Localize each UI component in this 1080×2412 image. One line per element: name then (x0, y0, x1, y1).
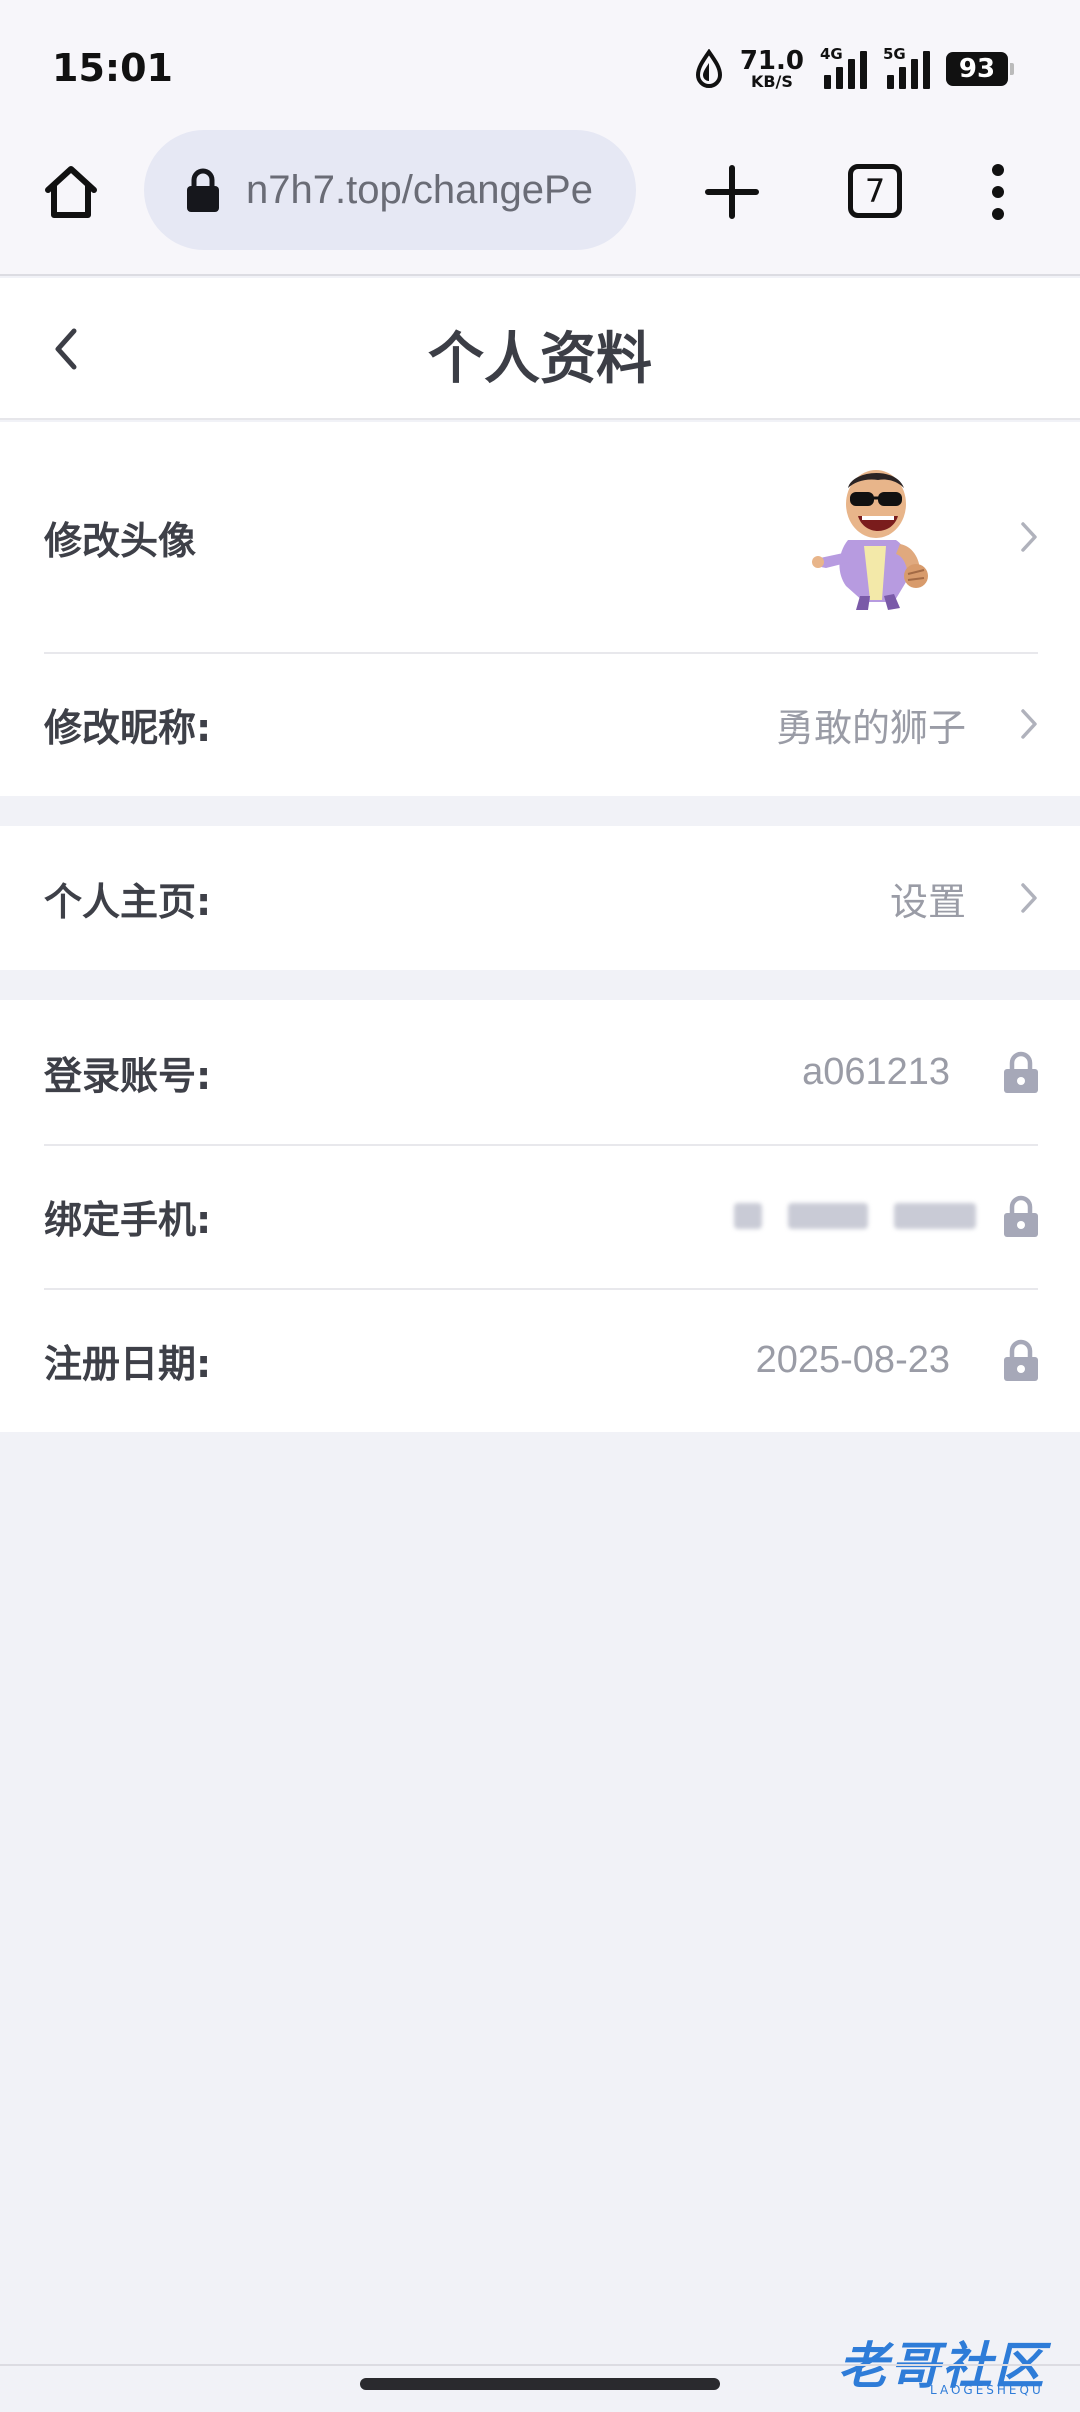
avatar-right (808, 462, 1040, 612)
homepage-group: 个人主页: 设置 (0, 826, 1080, 970)
home-icon (45, 166, 97, 218)
signal-4g-icon: 4G (820, 45, 867, 89)
bound-phone-row: 绑定手机: (0, 1144, 1080, 1288)
menu-dot-icon (992, 186, 1004, 198)
personal-homepage-row[interactable]: 个人主页: 设置 (0, 826, 1080, 970)
register-date-value: 2025-08-23 (755, 1338, 950, 1381)
tab-switcher-button[interactable]: 7 (848, 164, 902, 218)
chevron-right-icon (1021, 709, 1037, 739)
change-avatar-label: 修改头像 (44, 518, 197, 563)
browser-toolbar: n7h7.top/changePe 7 (0, 130, 1080, 276)
homepage-right: 设置 (890, 871, 1040, 926)
account-info-group: 登录账号: a061213 绑定手机: 注册日期: 2025-08-23 (0, 1000, 1080, 1432)
lock-icon (1004, 1051, 1038, 1093)
menu-dot-icon (992, 164, 1004, 176)
change-nickname-label: 修改昵称: (44, 705, 212, 750)
bottom-divider (0, 2364, 1080, 2366)
home-button[interactable] (40, 160, 102, 224)
page-header: 个人资料 (0, 278, 1080, 420)
status-bar: 15:01 71.0 KB/S 4G 5G 93 (0, 0, 1080, 130)
secure-lock-icon (187, 168, 219, 212)
register-right: 2025-08-23 (756, 1338, 1040, 1382)
signal-5g-label: 5G (883, 45, 906, 63)
menu-dot-icon (992, 208, 1004, 220)
avatar (812, 470, 928, 610)
bound-phone-label: 绑定手机: (44, 1197, 212, 1242)
change-nickname-row[interactable]: 修改昵称: 勇敢的狮子 (0, 652, 1080, 796)
profile-basic-group: 修改头像 修改昵称: 勇敢的狮子 (0, 422, 1080, 796)
watermark-subtext: LAOGESHEQU (930, 2383, 1044, 2397)
status-icons: 71.0 KB/S 4G 5G 93 (694, 44, 1014, 94)
battery-icon: 93 (946, 52, 1014, 86)
account-right: a061213 (802, 1050, 1040, 1094)
register-date-row: 注册日期: 2025-08-23 (0, 1288, 1080, 1432)
account-value: a061213 (802, 1050, 950, 1093)
phone-value-redacted (734, 1203, 976, 1229)
address-bar[interactable]: n7h7.top/changePe (144, 130, 636, 250)
network-speed-unit: KB/S (750, 72, 793, 91)
chevron-right-icon (1021, 883, 1037, 913)
chevron-right-icon (1021, 522, 1037, 552)
homepage-value: 设置 (889, 879, 966, 924)
status-time: 15:01 (52, 46, 173, 90)
nickname-right: 勇敢的狮子 (776, 697, 1040, 752)
nickname-value: 勇敢的狮子 (775, 705, 966, 750)
change-avatar-row[interactable]: 修改头像 (0, 422, 1080, 652)
more-menu-button[interactable] (978, 160, 1018, 224)
data-saver-icon (695, 49, 722, 88)
register-date-label: 注册日期: (44, 1341, 212, 1386)
lock-icon (1004, 1195, 1038, 1237)
network-speed-value: 71.0 (739, 46, 804, 76)
plus-icon (705, 165, 759, 219)
new-tab-button[interactable] (700, 160, 764, 224)
login-account-label: 登录账号: (44, 1053, 212, 1098)
signal-4g-label: 4G (820, 45, 843, 63)
signal-5g-icon: 5G (883, 45, 930, 89)
lock-icon (1004, 1339, 1038, 1381)
page-title: 个人资料 (428, 327, 652, 392)
login-account-row: 登录账号: a061213 (0, 1000, 1080, 1144)
personal-homepage-label: 个人主页: (44, 879, 212, 924)
phone-right (734, 1194, 1040, 1238)
url-text: n7h7.top/changePe (246, 167, 593, 212)
gesture-home-indicator[interactable] (360, 2378, 720, 2390)
network-speed: 71.0 KB/S (740, 48, 804, 90)
